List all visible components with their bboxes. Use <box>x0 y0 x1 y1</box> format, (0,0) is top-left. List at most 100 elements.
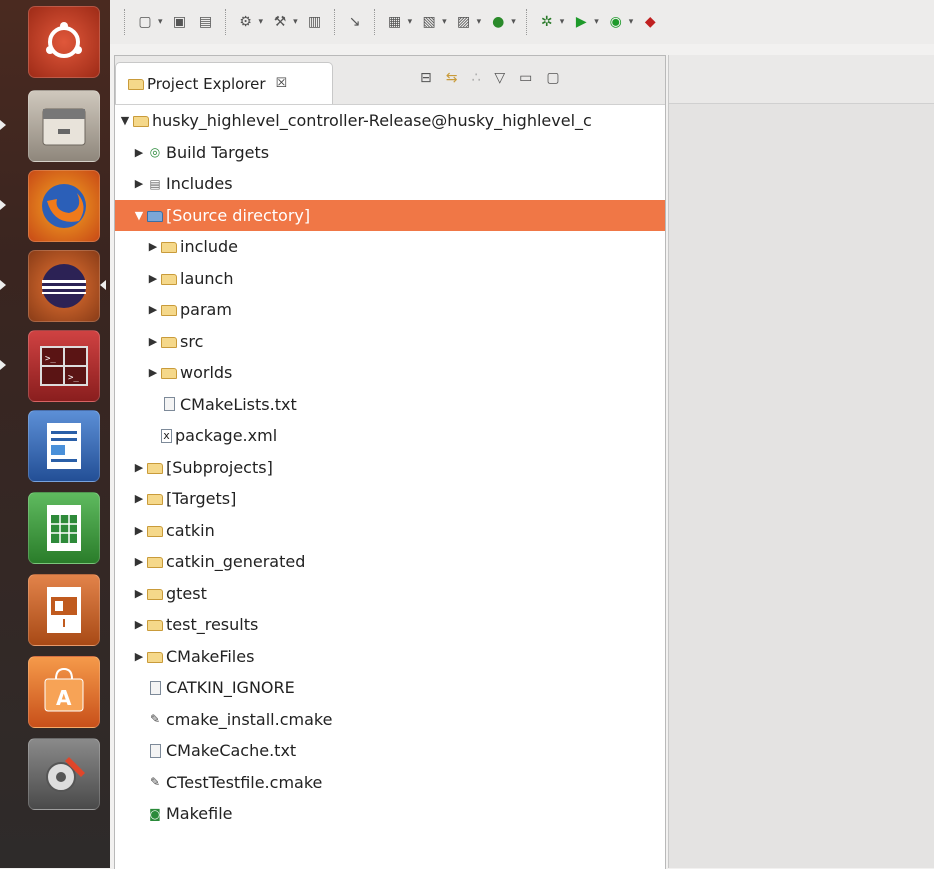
ubuntu-dash-icon[interactable] <box>28 6 100 78</box>
collapsed-twisty-icon[interactable]: ▶ <box>147 240 159 253</box>
chevron-down-icon[interactable]: ▾ <box>408 17 413 27</box>
tree-item[interactable]: ▼ husky_highlevel_controller-Release@husk… <box>115 105 665 137</box>
collapsed-twisty-icon[interactable]: ▶ <box>133 524 145 537</box>
build-config-icon[interactable]: ⚙ <box>236 12 256 32</box>
build-hammer-icon[interactable]: ⚒ <box>270 12 290 32</box>
tree-item[interactable]: ▶ worlds <box>115 357 665 389</box>
minimize-icon[interactable]: ▭ <box>519 70 532 86</box>
expanded-twisty-icon[interactable]: ▼ <box>133 209 145 222</box>
new-source-icon[interactable]: ● <box>488 12 508 32</box>
chevron-down-icon[interactable]: ▾ <box>511 17 516 27</box>
run-icon[interactable]: ▶ <box>571 12 591 32</box>
cmake-file-icon: ✎ <box>149 775 161 790</box>
chevron-down-icon[interactable]: ▾ <box>158 17 163 27</box>
editor-area <box>668 55 934 868</box>
new-folder-icon[interactable]: ▧ <box>419 12 439 32</box>
link-with-editor-icon[interactable]: ⇆ <box>446 70 458 86</box>
chevron-down-icon[interactable]: ▾ <box>594 17 599 27</box>
collapsed-twisty-icon[interactable]: ▶ <box>133 177 145 190</box>
collapsed-twisty-icon[interactable]: ▶ <box>133 587 145 600</box>
settings-icon[interactable] <box>28 738 100 810</box>
text-file-icon <box>147 743 163 759</box>
calc-icon[interactable] <box>28 492 100 564</box>
unity-launcher: >_ >_ A <box>0 0 110 868</box>
collapsed-twisty-icon[interactable]: ▶ <box>133 146 145 159</box>
close-icon[interactable]: ☒ <box>276 76 288 91</box>
tab-project-explorer[interactable]: Project Explorer ☒ <box>115 62 333 104</box>
tree-item[interactable]: CATKIN_IGNORE <box>115 672 665 704</box>
tree-item[interactable]: CMakeLists.txt <box>115 389 665 421</box>
tree-item[interactable]: ◙ Makefile <box>115 798 665 830</box>
folder-icon <box>161 365 177 381</box>
impress-icon[interactable] <box>28 574 100 646</box>
folder-icon <box>147 617 163 633</box>
filter-icon[interactable]: ∴ <box>471 70 480 86</box>
save-icon[interactable]: ▣ <box>170 12 190 32</box>
chevron-down-icon[interactable]: ▾ <box>477 17 482 27</box>
folder-icon <box>161 270 177 286</box>
tree-item-label: CMakeCache.txt <box>166 741 297 761</box>
collapsed-twisty-icon[interactable]: ▶ <box>133 650 145 663</box>
tree-item-label: [Targets] <box>166 489 237 509</box>
eclipse-icon[interactable] <box>28 250 100 322</box>
tree-item[interactable]: ▶ [Subprojects] <box>115 452 665 484</box>
toolbar-separator <box>333 9 336 35</box>
maximize-icon[interactable]: ▢ <box>546 70 559 86</box>
tree-item[interactable]: ✎ CTestTestfile.cmake <box>115 767 665 799</box>
collapsed-twisty-icon[interactable]: ▶ <box>147 272 159 285</box>
collapsed-twisty-icon[interactable]: ▶ <box>147 335 159 348</box>
skip-breakpoints-icon[interactable]: ↘ <box>345 12 365 32</box>
source-folder-icon <box>147 207 163 223</box>
new-class-icon[interactable]: ▨ <box>454 12 474 32</box>
target-icon: ◎ <box>149 145 161 160</box>
collapsed-twisty-icon[interactable]: ▶ <box>133 461 145 474</box>
files-icon[interactable] <box>28 90 100 162</box>
chevron-down-icon[interactable]: ▾ <box>259 17 264 27</box>
tree-item[interactable]: ▶ include <box>115 231 665 263</box>
tree-item[interactable]: ▶ src <box>115 326 665 358</box>
tree-item-label: Includes <box>166 174 233 194</box>
new-project-icon[interactable]: ▦ <box>385 12 405 32</box>
terminal-icon[interactable]: >_ >_ <box>28 330 100 402</box>
collapsed-twisty-icon[interactable]: ▶ <box>147 303 159 316</box>
run-config-icon[interactable]: ◉ <box>606 12 626 32</box>
chevron-down-icon[interactable]: ▾ <box>560 17 565 27</box>
tree-item[interactable]: ▶ ◎ Build Targets <box>115 137 665 169</box>
binary-icon[interactable]: ▥ <box>305 12 325 32</box>
collapsed-twisty-icon[interactable]: ▶ <box>133 492 145 505</box>
tree-item[interactable]: ▶ ▤ Includes <box>115 168 665 200</box>
new-icon[interactable]: ▢ <box>135 12 155 32</box>
folder-icon <box>147 459 163 475</box>
tree-item-label: CMakeFiles <box>166 646 255 666</box>
chevron-down-icon[interactable]: ▾ <box>293 17 298 27</box>
expanded-twisty-icon[interactable]: ▼ <box>119 114 131 127</box>
writer-icon[interactable] <box>28 410 100 482</box>
collapse-all-icon[interactable]: ⊟ <box>420 70 432 86</box>
collapsed-twisty-icon[interactable]: ▶ <box>133 618 145 631</box>
view-menu-icon[interactable]: ▽ <box>494 70 505 86</box>
save-all-icon[interactable]: ▤ <box>196 12 216 32</box>
tree-item[interactable]: ▶ launch <box>115 263 665 295</box>
tree-item[interactable]: ▶ test_results <box>115 609 665 641</box>
collapsed-twisty-icon[interactable]: ▶ <box>147 366 159 379</box>
folder-icon <box>147 522 163 538</box>
collapsed-twisty-icon[interactable]: ▶ <box>133 555 145 568</box>
chevron-down-icon[interactable]: ▾ <box>629 17 634 27</box>
tree-item[interactable]: ▶ param <box>115 294 665 326</box>
firefox-icon[interactable] <box>28 170 100 242</box>
external-tools-icon[interactable]: ◆ <box>640 12 660 32</box>
project-icon <box>133 113 149 129</box>
tree-item[interactable]: ▶ gtest <box>115 578 665 610</box>
tree-item[interactable]: ▶ catkin_generated <box>115 546 665 578</box>
tree-item[interactable]: ✎ cmake_install.cmake <box>115 704 665 736</box>
software-center-icon[interactable]: A <box>28 656 100 728</box>
tree-item[interactable]: ▶ catkin <box>115 515 665 547</box>
tree-item[interactable]: ▶ [Targets] <box>115 483 665 515</box>
running-indicator <box>0 200 6 210</box>
chevron-down-icon[interactable]: ▾ <box>442 17 447 27</box>
debug-icon[interactable]: ✲ <box>537 12 557 32</box>
tree-item[interactable]: x package.xml <box>115 420 665 452</box>
tree-item[interactable]: CMakeCache.txt <box>115 735 665 767</box>
tree-item[interactable]: ▶ CMakeFiles <box>115 641 665 673</box>
tree-item[interactable]: ▼ [Source directory] <box>115 199 665 231</box>
